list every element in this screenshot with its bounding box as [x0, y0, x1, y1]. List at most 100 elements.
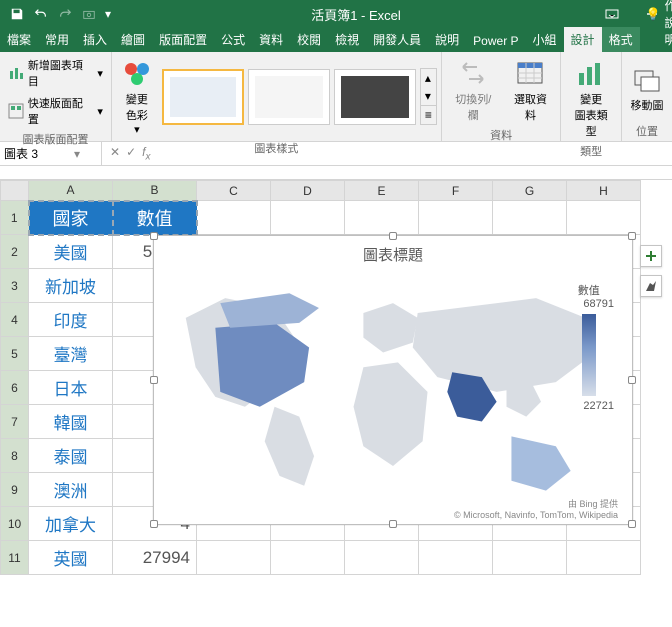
chart-style-2[interactable]	[248, 69, 330, 125]
select-all-cell[interactable]	[1, 181, 29, 201]
cell[interactable]: 澳洲	[29, 473, 113, 507]
cell[interactable]	[271, 201, 345, 235]
select-data-button[interactable]: 選取資料	[505, 55, 557, 125]
change-colors-button[interactable]: 變更 色彩 ▾	[116, 55, 158, 138]
cell[interactable]: 英國	[29, 541, 113, 575]
undo-button[interactable]	[30, 3, 52, 25]
tab-draw[interactable]: 繪圖	[114, 27, 152, 52]
chart-styles-button[interactable]	[640, 275, 662, 297]
switch-rowcol-button[interactable]: 切換列/欄	[446, 55, 501, 125]
cell[interactable]: 泰國	[29, 439, 113, 473]
cell[interactable]	[567, 201, 641, 235]
cancel-formula-icon[interactable]: ✕	[110, 145, 120, 162]
tell-me-search[interactable]: 💡 操作說明	[640, 0, 672, 52]
chart-elements-button[interactable]	[640, 245, 662, 267]
col-header[interactable]: C	[197, 181, 271, 201]
camera-button[interactable]	[78, 3, 100, 25]
cell[interactable]	[197, 541, 271, 575]
resize-handle[interactable]	[628, 376, 636, 384]
col-header[interactable]: E	[345, 181, 419, 201]
tab-formulas[interactable]: 公式	[214, 27, 252, 52]
cell[interactable]: 韓國	[29, 405, 113, 439]
cell[interactable]: 數值	[113, 201, 197, 235]
resize-handle[interactable]	[150, 520, 158, 528]
row-header[interactable]: 7	[1, 405, 29, 439]
row-header[interactable]: 1	[1, 201, 29, 235]
row-header[interactable]: 6	[1, 371, 29, 405]
cell[interactable]: 新加坡	[29, 269, 113, 303]
move-chart-button[interactable]: 移動圖	[626, 61, 668, 115]
resize-handle[interactable]	[389, 520, 397, 528]
cell[interactable]: 美國	[29, 235, 113, 269]
tab-pagelayout[interactable]: 版面配置	[152, 27, 214, 52]
row-header[interactable]: 10	[1, 507, 29, 541]
cell[interactable]	[567, 541, 641, 575]
chart-style-3[interactable]	[334, 69, 416, 125]
cell[interactable]	[493, 541, 567, 575]
styles-scroll-up[interactable]: ▴	[421, 69, 436, 87]
tab-review[interactable]: 校閱	[290, 27, 328, 52]
row-header[interactable]: 2	[1, 235, 29, 269]
resize-handle[interactable]	[150, 232, 158, 240]
row-header[interactable]: 9	[1, 473, 29, 507]
qat-customize-icon[interactable]: ▾	[102, 3, 114, 25]
tab-powerp[interactable]: Power P	[466, 30, 525, 52]
cell[interactable]: 日本	[29, 371, 113, 405]
tab-home[interactable]: 常用	[38, 27, 76, 52]
cell[interactable]	[419, 541, 493, 575]
tab-view[interactable]: 檢視	[328, 27, 366, 52]
cell[interactable]	[345, 541, 419, 575]
redo-button[interactable]	[54, 3, 76, 25]
resize-handle[interactable]	[150, 376, 158, 384]
group-location-label: 位置	[626, 121, 668, 141]
cell[interactable]: 印度	[29, 303, 113, 337]
styles-more[interactable]: ≡	[421, 105, 436, 124]
tab-help[interactable]: 說明	[428, 27, 466, 52]
cell[interactable]	[345, 201, 419, 235]
tab-data[interactable]: 資料	[252, 27, 290, 52]
change-chart-type-button[interactable]: 變更 圖表類型	[565, 55, 617, 141]
row-header[interactable]: 4	[1, 303, 29, 337]
name-box-input[interactable]	[4, 147, 74, 161]
row-header[interactable]: 8	[1, 439, 29, 473]
name-box-dropdown-icon[interactable]: ▾	[74, 147, 80, 161]
tab-team[interactable]: 小組	[526, 27, 564, 52]
add-chart-element-button[interactable]: 新增圖表項目 ▾	[4, 55, 107, 91]
styles-scroll-down[interactable]: ▾	[421, 87, 436, 105]
resize-handle[interactable]	[628, 232, 636, 240]
enter-formula-icon[interactable]: ✓	[126, 145, 136, 162]
chart-title[interactable]: 圖表標題	[154, 236, 632, 269]
col-header[interactable]: G	[493, 181, 567, 201]
chart-object[interactable]: 圖表標題 數值 68791 22721 由	[153, 235, 633, 525]
cell[interactable]: 27994	[113, 541, 197, 575]
tab-design[interactable]: 設計	[564, 27, 602, 52]
row-header[interactable]: 5	[1, 337, 29, 371]
save-button[interactable]	[6, 3, 28, 25]
tab-developer[interactable]: 開發人員	[366, 27, 428, 52]
cell[interactable]	[197, 201, 271, 235]
col-header[interactable]: A	[29, 181, 113, 201]
cell[interactable]: 臺灣	[29, 337, 113, 371]
chart-plot-area[interactable]	[166, 268, 620, 506]
cell[interactable]	[419, 201, 493, 235]
chart-style-1[interactable]	[162, 69, 244, 125]
cell[interactable]: 加拿大	[29, 507, 113, 541]
cell[interactable]	[493, 201, 567, 235]
tab-file[interactable]: 檔案	[0, 27, 38, 52]
col-header[interactable]: D	[271, 181, 345, 201]
col-header[interactable]: H	[567, 181, 641, 201]
row-header[interactable]: 3	[1, 269, 29, 303]
col-header[interactable]: F	[419, 181, 493, 201]
name-box[interactable]: ▾	[0, 142, 102, 165]
tab-format[interactable]: 格式	[602, 27, 640, 52]
cell[interactable]	[271, 541, 345, 575]
resize-handle[interactable]	[628, 520, 636, 528]
row-header[interactable]: 11	[1, 541, 29, 575]
ribbon-options-button[interactable]	[592, 0, 632, 28]
tab-insert[interactable]: 插入	[76, 27, 114, 52]
col-header[interactable]: B	[113, 181, 197, 201]
cell[interactable]: 國家	[29, 201, 113, 235]
quick-layout-button[interactable]: 快速版面配置 ▾	[4, 93, 107, 129]
fx-icon[interactable]: fx	[142, 145, 150, 162]
resize-handle[interactable]	[389, 232, 397, 240]
